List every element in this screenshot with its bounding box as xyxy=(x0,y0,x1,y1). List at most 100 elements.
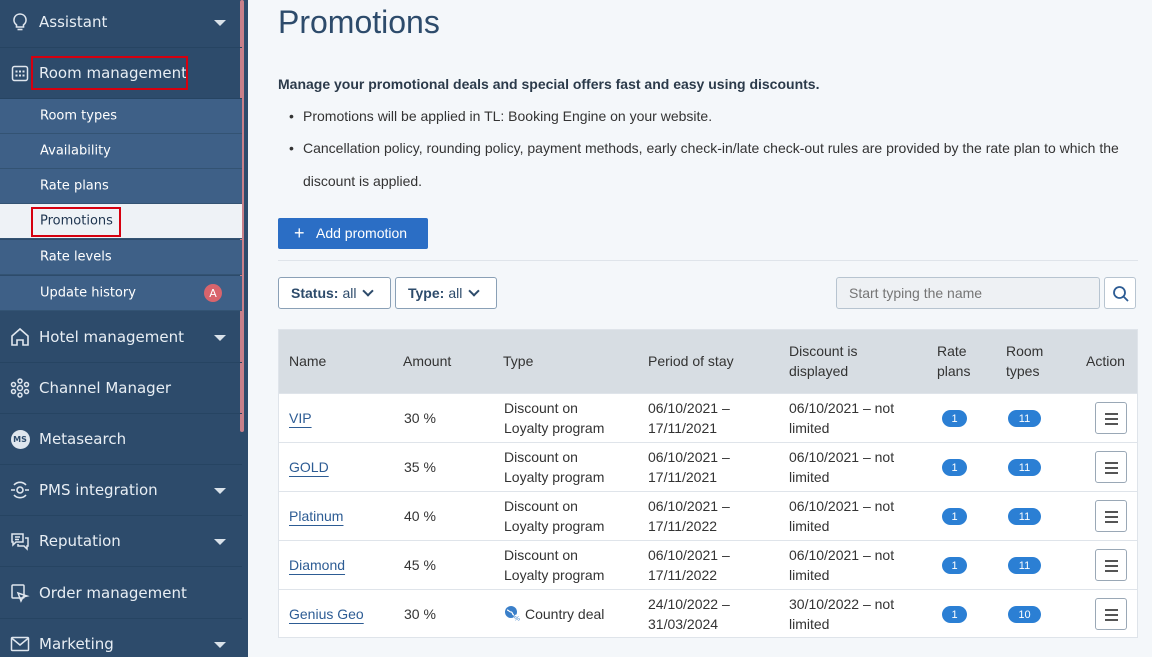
type-filter-label: Type: xyxy=(408,285,445,301)
divider xyxy=(278,260,1138,261)
table-row: Platinum 40 % Discount on Loyalty program… xyxy=(279,491,1137,540)
period-cell: 24/10/2022 – 31/03/2024 xyxy=(648,594,730,634)
displayed-line: limited xyxy=(789,420,830,436)
chevron-down-icon xyxy=(362,285,375,297)
room-types-count[interactable]: 11 xyxy=(1008,410,1041,427)
rate-plans-count[interactable]: 1 xyxy=(942,606,967,623)
column-header-rate-plans[interactable]: Rate plans xyxy=(937,341,970,381)
chevron-down-icon xyxy=(214,488,226,494)
column-header-type[interactable]: Type xyxy=(503,351,533,371)
sidebar-subitem-rate-levels[interactable]: Rate levels xyxy=(0,240,242,275)
amount-cell: 45 % xyxy=(404,557,436,573)
status-filter-label: Status: xyxy=(291,285,339,301)
sidebar-item-marketing[interactable]: Marketing xyxy=(0,619,242,657)
search-input[interactable] xyxy=(836,277,1100,309)
rate-plans-count[interactable]: 1 xyxy=(942,508,967,525)
update-badge: A xyxy=(204,284,222,302)
displayed-line: 06/10/2021 – not xyxy=(789,547,895,563)
rate-plans-count[interactable]: 1 xyxy=(942,557,967,574)
amount-cell: 40 % xyxy=(404,508,436,524)
room-types-count[interactable]: 11 xyxy=(1008,459,1041,476)
column-header-room-types[interactable]: Room types xyxy=(1006,341,1043,381)
sidebar-item-metasearch[interactable]: MS Metasearch xyxy=(0,414,242,465)
table-row: VIP 30 % Discount on Loyalty program 06/1… xyxy=(279,393,1137,442)
main-content: Promotions Manage your promotional deals… xyxy=(248,0,1152,657)
period-line: 06/10/2021 – xyxy=(648,498,730,514)
sidebar-item-reputation[interactable]: Reputation xyxy=(0,516,242,567)
sidebar-subitem-room-types[interactable]: Room types xyxy=(0,99,242,134)
chevron-down-icon xyxy=(214,539,226,545)
column-header-name[interactable]: Name xyxy=(289,351,326,371)
displayed-line: 06/10/2021 – not xyxy=(789,498,895,514)
sidebar: Assistant Room management Room types Ava… xyxy=(0,0,248,657)
type-cell: Discount on Loyalty program xyxy=(504,545,604,585)
chevron-down-icon xyxy=(468,285,480,297)
status-filter-value: all xyxy=(342,285,357,301)
type-line: Discount on xyxy=(504,449,578,465)
displayed-line: 30/10/2022 – not xyxy=(789,596,895,612)
row-menu-button[interactable] xyxy=(1095,402,1127,434)
promotion-name-link[interactable]: Platinum xyxy=(289,506,343,526)
room-types-count[interactable]: 11 xyxy=(1008,557,1041,574)
row-menu-button[interactable] xyxy=(1095,598,1127,630)
sidebar-item-pms-integration[interactable]: PMS integration xyxy=(0,465,242,516)
promotion-name-link[interactable]: Diamond xyxy=(289,555,345,575)
type-line: Discount on xyxy=(504,498,578,514)
rate-plans-count[interactable]: 1 xyxy=(942,459,967,476)
displayed-line: limited xyxy=(789,616,830,632)
sidebar-subitem-availability[interactable]: Availability xyxy=(0,134,242,169)
globe-percent-icon: % xyxy=(504,605,521,627)
header-line: plans xyxy=(937,363,971,379)
sidebar-subitem-label: Room types xyxy=(40,108,117,124)
sidebar-item-assistant[interactable]: Assistant xyxy=(0,0,242,48)
search-button[interactable] xyxy=(1104,277,1136,309)
page-title: Promotions xyxy=(278,4,440,40)
sidebar-item-label: Order management xyxy=(39,584,187,602)
room-types-count[interactable]: 10 xyxy=(1008,606,1041,623)
sidebar-item-label: PMS integration xyxy=(39,481,158,499)
info-bullet: Promotions will be applied in TL: Bookin… xyxy=(289,100,1123,133)
promotions-table: Name Amount Type Period of stay Discount… xyxy=(278,329,1138,638)
sidebar-item-label: Metasearch xyxy=(39,430,127,448)
order-icon xyxy=(10,583,30,603)
add-promotion-button[interactable]: + Add promotion xyxy=(278,218,428,249)
type-filter[interactable]: Type: all xyxy=(395,277,497,309)
rate-plans-count[interactable]: 1 xyxy=(942,410,967,427)
row-menu-button[interactable] xyxy=(1095,451,1127,483)
header-line: Discount is xyxy=(789,343,858,359)
sidebar-item-hotel-management[interactable]: Hotel management xyxy=(0,312,242,363)
status-filter[interactable]: Status: all xyxy=(278,277,391,309)
period-line: 06/10/2021 – xyxy=(648,449,730,465)
page-intro: Manage your promotional deals and specia… xyxy=(278,76,820,92)
row-menu-button[interactable] xyxy=(1095,549,1127,581)
table-header: Name Amount Type Period of stay Discount… xyxy=(279,330,1137,393)
house-icon xyxy=(10,327,30,347)
sidebar-item-label: Channel Manager xyxy=(39,379,172,397)
period-line: 06/10/2021 – xyxy=(648,400,730,416)
search-icon xyxy=(1112,285,1130,307)
ms-icon: MS xyxy=(10,429,30,449)
promotion-name-link[interactable]: VIP xyxy=(289,408,312,428)
row-menu-button[interactable] xyxy=(1095,500,1127,532)
promotion-name-link[interactable]: Genius Geo xyxy=(289,604,364,624)
header-line: Rate xyxy=(937,343,967,359)
sidebar-item-label: Reputation xyxy=(39,532,121,550)
period-cell: 06/10/2021 – 17/11/2022 xyxy=(648,545,730,585)
type-line: Discount on xyxy=(504,547,578,563)
sidebar-subitem-update-history[interactable]: Update history A xyxy=(0,276,242,311)
sidebar-item-channel-manager[interactable]: Channel Manager xyxy=(0,363,242,414)
displayed-cell: 06/10/2021 – not limited xyxy=(789,545,894,585)
sidebar-item-label: Marketing xyxy=(39,635,114,653)
column-header-amount[interactable]: Amount xyxy=(403,351,451,371)
chevron-down-icon xyxy=(214,20,226,26)
period-line: 17/11/2022 xyxy=(648,518,718,534)
type-line: Loyalty program xyxy=(504,567,605,583)
amount-cell: 30 % xyxy=(404,606,436,622)
column-header-displayed[interactable]: Discount is displayed xyxy=(789,341,857,381)
promotion-name-link[interactable]: GOLD xyxy=(289,457,329,477)
chat-icon xyxy=(10,531,30,551)
sidebar-item-order-management[interactable]: Order management xyxy=(0,568,242,619)
sidebar-subitem-rate-plans[interactable]: Rate plans xyxy=(0,169,242,204)
column-header-period[interactable]: Period of stay xyxy=(648,351,734,371)
room-types-count[interactable]: 11 xyxy=(1008,508,1041,525)
